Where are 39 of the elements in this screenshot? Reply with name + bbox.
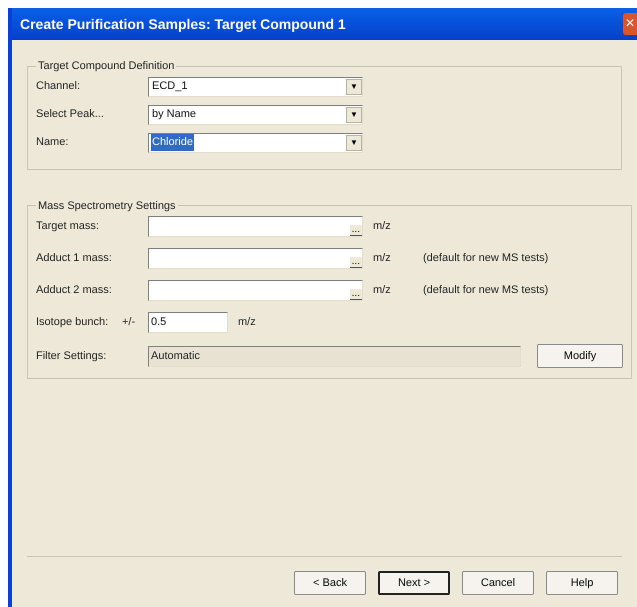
field-label: Name: [36,135,70,150]
browse-button[interactable]: ... [350,257,362,268]
note-text: (default for new MS tests) [423,283,548,298]
prefix-label: +/- [122,315,136,330]
close-button[interactable]: × [623,13,637,35]
browse-button[interactable]: ... [350,225,362,236]
dropdown-value: by Name [151,107,198,122]
unit-label: m/z [373,283,392,298]
input-field[interactable]: ... [148,216,363,237]
field-label: Select Peak... [36,107,105,122]
input-field[interactable]: ... [148,248,363,269]
dropdown[interactable]: Chloride ▼ [148,132,363,152]
modify-button[interactable]: Modify [537,344,623,368]
field-value: 0.5 [151,315,166,330]
dropdown[interactable]: ECD_1 ▼ [148,76,363,96]
input-field[interactable]: 0.5 [148,312,228,333]
group-title: Mass Spectrometry Settings [37,198,177,214]
input-field[interactable]: ... [148,280,363,301]
field-label: Isotope bunch: [36,315,110,330]
field-label: Channel: [36,79,82,94]
note-text: (default for new MS tests) [423,251,548,266]
field-label: Adduct 2 mass: [36,283,113,298]
dialog-button[interactable]: Help [546,571,618,595]
field-value: Automatic [151,348,200,364]
field-label: Target mass: [36,219,100,234]
unit-label: m/z [238,315,256,330]
group-title: Target Compound Definition [37,59,176,74]
dialog-button[interactable]: Next > [378,571,450,595]
dialog-button[interactable]: < Back [294,571,366,595]
dropdown-value: ECD_1 [151,79,188,94]
dropdown-value: Chloride [151,134,194,151]
unit-label: m/z [373,219,392,234]
window-title: Create Purification Samples: Target Compound 1 [20,14,346,34]
browse-button[interactable]: ... [350,289,362,300]
dialog-button[interactable]: Cancel [462,571,534,595]
field-label: Adduct 1 mass: [36,251,113,266]
unit-label: m/z [373,251,392,266]
dropdown[interactable]: by Name ▼ [148,104,363,124]
field-label: Filter Settings: [36,348,108,364]
